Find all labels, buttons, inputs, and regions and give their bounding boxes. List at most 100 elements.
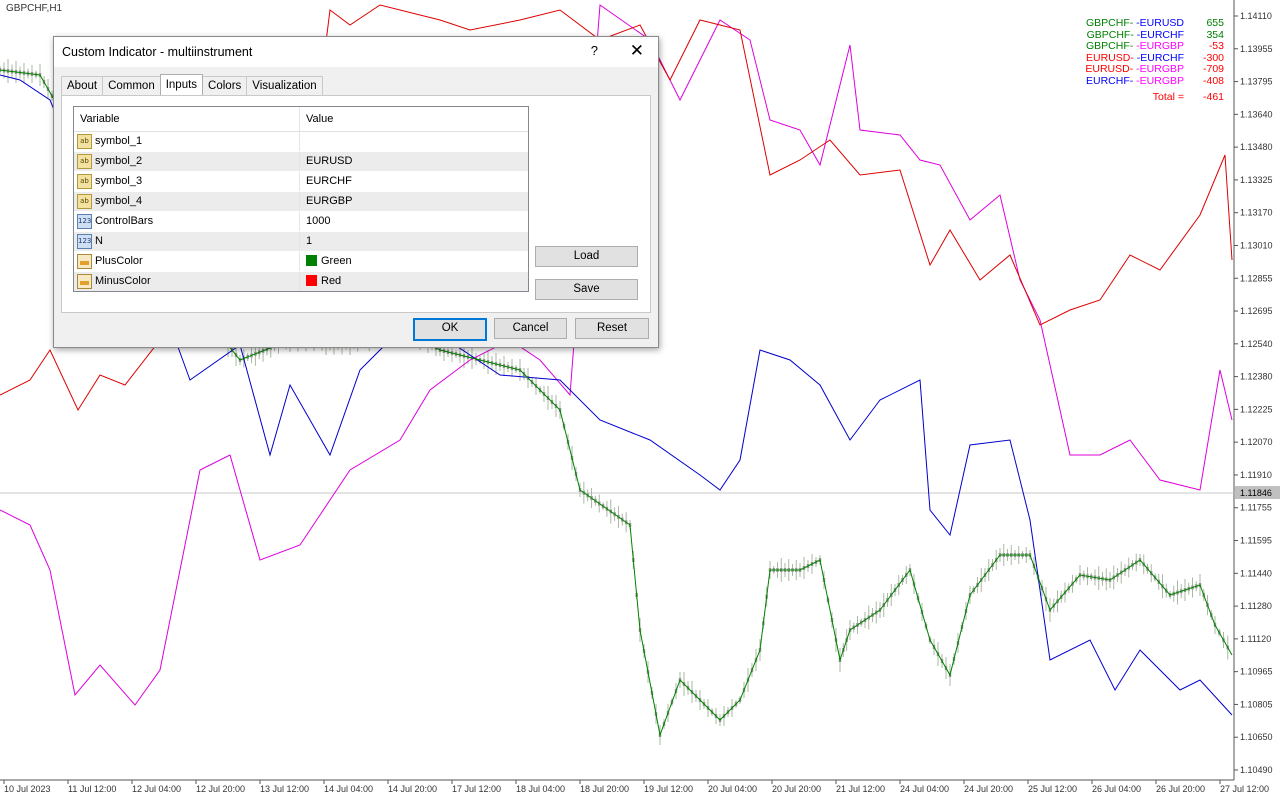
close-icon[interactable]: ✕ [630, 41, 644, 61]
price-tick-label: 1.12540 [1240, 339, 1273, 349]
price-tick-label: 1.12070 [1240, 437, 1273, 447]
input-name: symbol_2 [95, 155, 143, 167]
time-tick-label: 20 Jul 20:00 [772, 784, 821, 794]
help-button[interactable]: ? [591, 43, 598, 58]
legend-symbol-b: -EURCHF [1136, 28, 1184, 41]
input-value-text: Green [321, 255, 352, 267]
input-name: symbol_1 [95, 135, 143, 147]
input-row-n[interactable]: 123 N 1 [74, 232, 528, 252]
price-tick-label: 1.13325 [1240, 175, 1273, 185]
price-tick-label: 1.12225 [1240, 404, 1273, 414]
price-tick-label: 1.10650 [1240, 732, 1273, 742]
grid-header: Variable Value [74, 107, 528, 132]
legend-symbol-b: -EURUSD [1136, 17, 1184, 29]
time-tick-label: 10 Jul 2023 [4, 784, 51, 794]
legend-symbol-a: EURCHF- [1085, 74, 1134, 87]
integer-type-icon: 123 [77, 234, 92, 249]
price-tick-label: 1.10965 [1240, 667, 1273, 677]
input-value-text: 1 [306, 235, 313, 247]
cancel-button[interactable]: Cancel [494, 318, 567, 339]
inputs-panel: Variable Value ab symbol_1 ab symbol_2 EURUS… [61, 95, 651, 313]
tab-colors[interactable]: Colors [202, 76, 248, 95]
time-tick-label: 26 Jul 04:00 [1092, 784, 1141, 794]
color-swatch [306, 275, 317, 286]
legend-symbol-a: GBPCHF- [1086, 28, 1134, 41]
tab-visualization[interactable]: Visualization [246, 76, 323, 95]
reset-button[interactable]: Reset [575, 318, 649, 339]
legend-total-value: -461 [1202, 91, 1224, 103]
input-value-text: EURGBP [306, 195, 353, 207]
price-tick-label: 1.13640 [1240, 109, 1273, 119]
legend-total-label: Total = [1152, 91, 1184, 103]
input-value[interactable]: 1000 [306, 215, 330, 227]
price-tick-label: 1.11595 [1240, 536, 1272, 546]
input-value[interactable]: 1 [306, 235, 312, 247]
input-row-symbol_1[interactable]: ab symbol_1 [74, 132, 528, 152]
time-tick-label: 14 Jul 04:00 [324, 784, 373, 794]
price-tick-label: 1.11910 [1240, 470, 1272, 480]
price-tick-label: 1.13480 [1240, 142, 1273, 152]
price-tick-label: 1.13795 [1240, 77, 1273, 87]
color-type-icon [77, 274, 92, 289]
input-value-text: 1000 [306, 215, 331, 227]
price-tick-label: 1.12695 [1240, 306, 1273, 316]
input-value[interactable]: Red [306, 275, 341, 287]
input-name: symbol_3 [95, 175, 143, 187]
tab-inputs[interactable]: Inputs [159, 74, 204, 95]
legend-symbol-a: EURUSD- [1085, 51, 1134, 64]
dialog-title: Custom Indicator - multiinstrument [62, 45, 253, 59]
input-row-symbol_4[interactable]: ab symbol_4 EURGBP [74, 192, 528, 212]
input-row-minuscolor[interactable]: MinusColor Red [74, 272, 528, 291]
save-button[interactable]: Save [535, 279, 638, 300]
column-value[interactable]: Value [306, 113, 333, 125]
input-value[interactable]: EURUSD [306, 155, 352, 167]
input-row-pluscolor[interactable]: PlusColor Green [74, 252, 528, 272]
dialog-titlebar[interactable]: Custom Indicator - multiinstrument ? ✕ [54, 37, 658, 67]
input-value[interactable]: EURGBP [306, 195, 352, 207]
string-type-icon: ab [77, 134, 92, 149]
input-value[interactable]: EURCHF [306, 175, 352, 187]
legend-value: -709 [1202, 63, 1224, 75]
price-tick-label: 1.13170 [1240, 208, 1273, 218]
ok-button[interactable]: OK [413, 318, 487, 341]
time-tick-label: 11 Jul 12:00 [68, 784, 116, 794]
legend-symbol-b: -EURGBP [1136, 40, 1184, 52]
input-row-controlbars[interactable]: 123 ControlBars 1000 [74, 212, 528, 232]
tab-about[interactable]: About [61, 76, 104, 95]
time-tick-label: 18 Jul 20:00 [580, 784, 629, 794]
time-tick-label: 24 Jul 20:00 [964, 784, 1013, 794]
time-tick-label: 25 Jul 12:00 [1028, 784, 1077, 794]
current-price-label: 1.11846 [1240, 488, 1272, 498]
legend-symbol-a: EURUSD- [1085, 63, 1134, 75]
time-tick-label: 12 Jul 20:00 [196, 784, 245, 794]
input-name: N [95, 235, 103, 247]
load-button[interactable]: Load [535, 246, 638, 267]
price-tick-label: 1.14110 [1240, 11, 1272, 21]
price-tick-label: 1.10805 [1240, 699, 1273, 709]
input-row-symbol_3[interactable]: ab symbol_3 EURCHF [74, 172, 528, 192]
time-tick-label: 27 Jul 12:00 [1220, 784, 1269, 794]
time-tick-label: 18 Jul 04:00 [516, 784, 565, 794]
time-tick-label: 12 Jul 04:00 [132, 784, 181, 794]
input-row-symbol_2[interactable]: ab symbol_2 EURUSD [74, 152, 528, 172]
spread-legend: GBPCHF- -EURUSD 655 GBPCHF- -EURCHF 354 GBPC… [1085, 17, 1224, 104]
legend-row: EURCHF- -EURGBP -408 [1085, 74, 1224, 88]
string-type-icon: ab [77, 194, 92, 209]
input-value-text: Red [321, 275, 342, 287]
time-tick-label: 13 Jul 12:00 [260, 784, 309, 794]
time-tick-label: 24 Jul 04:00 [900, 784, 949, 794]
legend-symbol-a: GBPCHF- [1085, 17, 1134, 29]
integer-type-icon: 123 [77, 214, 92, 229]
price-tick-label: 1.13010 [1240, 240, 1273, 250]
input-name: ControlBars [95, 215, 154, 227]
price-tick-label: 1.11755 [1240, 503, 1272, 513]
column-variable[interactable]: Variable [80, 113, 120, 125]
input-name: MinusColor [95, 275, 151, 287]
tab-common[interactable]: Common [102, 76, 161, 95]
input-value[interactable]: Green [306, 255, 352, 267]
legend-symbol-b: -EURGBP [1136, 74, 1184, 87]
legend-value: -53 [1208, 40, 1224, 52]
legend-value: 655 [1206, 17, 1224, 29]
price-tick-label: 1.12380 [1240, 372, 1273, 382]
time-tick-label: 19 Jul 12:00 [644, 784, 693, 794]
